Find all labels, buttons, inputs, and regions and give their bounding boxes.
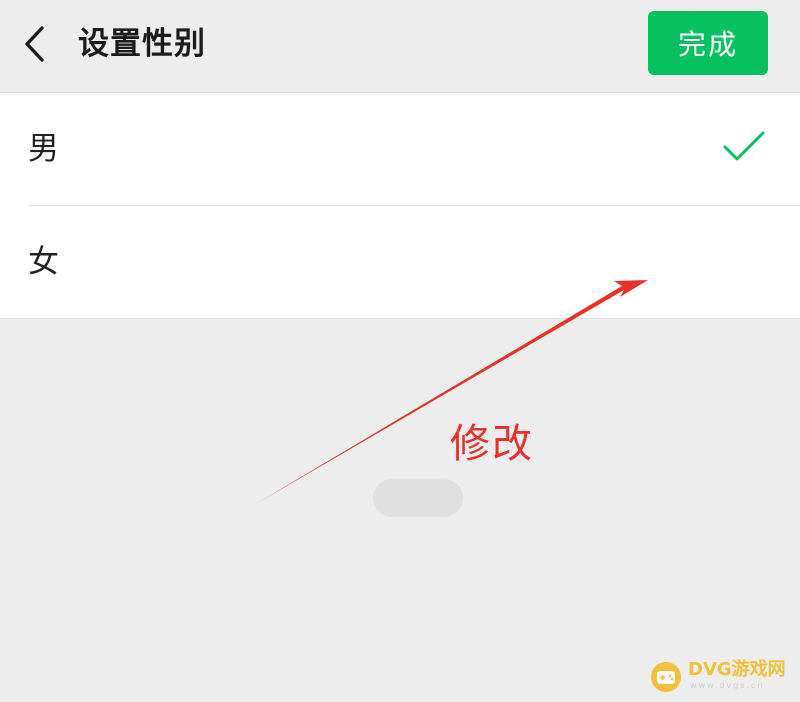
gamepad-logo-icon (651, 662, 681, 692)
page-title: 设置性别 (78, 26, 206, 62)
option-male[interactable]: 男 (0, 93, 800, 205)
done-button[interactable]: 完成 (648, 11, 768, 75)
scroll-handle (373, 479, 463, 517)
check-icon (723, 131, 765, 161)
watermark: DVG游戏网 www.dvgs.cn (650, 659, 795, 695)
option-female-label: 女 (28, 244, 59, 280)
gender-options-list: 男 女 (0, 92, 800, 319)
navigation-header: 设置性别 完成 (0, 0, 800, 92)
option-female[interactable]: 女 (0, 206, 800, 318)
annotation-label: 修改 (450, 421, 534, 467)
watermark-domain: www.dvgs.cn (690, 681, 765, 690)
option-male-label: 男 (28, 131, 59, 167)
watermark-name: DVG游戏网 (688, 659, 786, 680)
chevron-left-icon[interactable] (18, 24, 50, 64)
